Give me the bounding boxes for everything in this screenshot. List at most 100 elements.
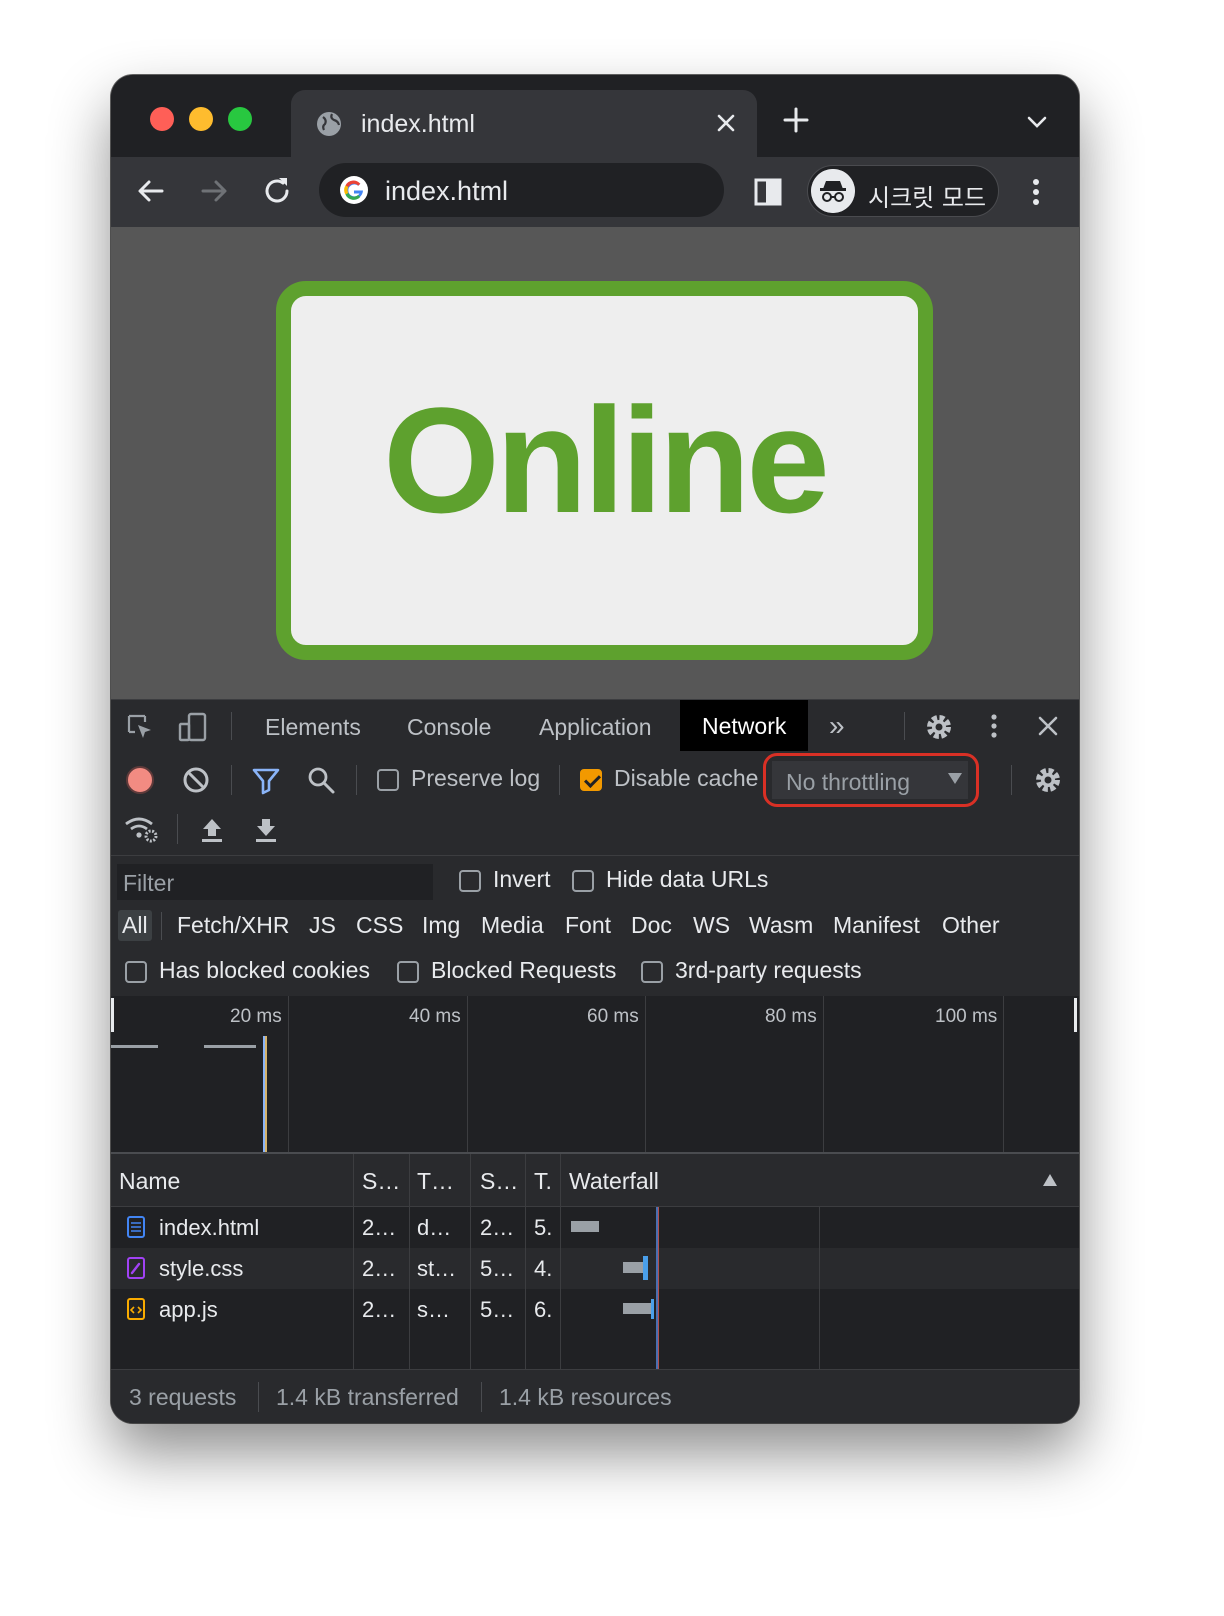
divider bbox=[356, 765, 357, 795]
back-arrow-icon[interactable] bbox=[134, 174, 168, 208]
type-filter-doc[interactable]: Doc bbox=[627, 910, 676, 941]
divider bbox=[231, 765, 232, 795]
third-party-requests-label: 3rd-party requests bbox=[675, 957, 862, 983]
tab-console[interactable]: Console bbox=[407, 714, 491, 741]
type-filter-other[interactable]: Other bbox=[938, 910, 1004, 941]
blocked-requests-checkbox[interactable] bbox=[397, 961, 419, 983]
type-filter-css[interactable]: CSS bbox=[352, 910, 407, 941]
waterfall-bar bbox=[571, 1221, 599, 1232]
overview-request-bar bbox=[111, 1045, 158, 1048]
blocked-requests-label: Blocked Requests bbox=[431, 957, 617, 983]
chevron-down-icon[interactable] bbox=[1024, 109, 1050, 135]
overview-request-bar bbox=[204, 1045, 256, 1048]
export-har-icon[interactable] bbox=[253, 815, 279, 843]
type-filter-font[interactable]: Font bbox=[561, 910, 615, 941]
hide-data-urls-checkbox[interactable] bbox=[572, 870, 594, 892]
import-har-icon[interactable] bbox=[199, 815, 225, 843]
load-event-marker bbox=[265, 1036, 267, 1152]
table-row[interactable]: app.js 2… s… 5… 6. bbox=[111, 1289, 1079, 1330]
close-tab-icon[interactable] bbox=[711, 108, 741, 138]
table-row[interactable]: index.html 2… d… 2… 5. bbox=[111, 1207, 1079, 1248]
network-conditions-icon[interactable] bbox=[123, 814, 159, 844]
type-filter-fetch-xhr[interactable]: Fetch/XHR bbox=[173, 910, 293, 941]
sort-ascending-icon[interactable] bbox=[1041, 1172, 1059, 1188]
incognito-profile-button[interactable]: 시크릿 모드 bbox=[807, 165, 999, 217]
type-filter-js[interactable]: JS bbox=[305, 910, 340, 941]
status-card: Online bbox=[276, 281, 933, 660]
table-row[interactable]: style.css 2… st… 5… 4. bbox=[111, 1248, 1079, 1289]
column-time[interactable]: T. bbox=[534, 1168, 552, 1195]
preserve-log-checkbox[interactable] bbox=[377, 769, 399, 791]
type-filter-media[interactable]: Media bbox=[477, 910, 548, 941]
device-toolbar-icon[interactable] bbox=[177, 711, 209, 743]
column-waterfall[interactable]: Waterfall bbox=[569, 1168, 659, 1195]
filter-icon[interactable] bbox=[251, 766, 281, 796]
column-divider[interactable] bbox=[353, 1154, 354, 1369]
overview-tick: 100 ms bbox=[935, 1006, 998, 1027]
type-filter-img[interactable]: Img bbox=[418, 910, 464, 941]
type-filter-manifest[interactable]: Manifest bbox=[829, 910, 924, 941]
invert-checkbox[interactable] bbox=[459, 870, 481, 892]
has-blocked-cookies-checkbox[interactable] bbox=[125, 961, 147, 983]
throttling-select[interactable]: No throttling bbox=[772, 761, 968, 799]
type-filter-wasm[interactable]: Wasm bbox=[745, 910, 817, 941]
more-vert-icon[interactable] bbox=[979, 711, 1009, 741]
overview-handle-left[interactable] bbox=[111, 998, 114, 1032]
request-size: 5… bbox=[480, 1297, 515, 1322]
tab-network[interactable]: Network bbox=[680, 700, 809, 752]
filter-placeholder: Filter bbox=[123, 870, 175, 896]
request-status: 2… bbox=[362, 1297, 397, 1322]
tab-application[interactable]: Application bbox=[539, 714, 652, 741]
type-filter-ws[interactable]: WS bbox=[689, 910, 734, 941]
close-devtools-icon[interactable] bbox=[1033, 711, 1063, 741]
address-text: index.html bbox=[385, 176, 509, 206]
disable-cache-checkbox[interactable] bbox=[580, 769, 602, 791]
maximize-window-button[interactable] bbox=[228, 107, 252, 131]
divider bbox=[481, 1382, 482, 1412]
inspect-element-icon[interactable] bbox=[125, 712, 155, 742]
network-overview: 20 ms 40 ms 60 ms 80 ms 100 ms bbox=[111, 996, 1079, 1154]
column-type[interactable]: T… bbox=[417, 1168, 454, 1195]
resources-size: 1.4 kB resources bbox=[499, 1384, 672, 1410]
side-panel-icon[interactable] bbox=[751, 175, 785, 209]
overview-tick: 20 ms bbox=[230, 1006, 282, 1027]
filter-input[interactable]: Filter bbox=[117, 864, 433, 900]
network-toolbar: Preserve log Disable cache No throttling bbox=[111, 751, 1079, 856]
divider bbox=[1011, 765, 1012, 795]
network-settings-gear-icon[interactable] bbox=[1032, 764, 1064, 796]
record-icon[interactable] bbox=[125, 765, 155, 795]
request-type: st… bbox=[417, 1256, 457, 1281]
throttling-highlight: No throttling bbox=[763, 753, 979, 807]
more-tabs-button[interactable]: » bbox=[829, 710, 845, 742]
waterfall-bar bbox=[623, 1262, 643, 1273]
hide-data-urls-label: Hide data URLs bbox=[606, 866, 769, 892]
third-party-requests-checkbox[interactable] bbox=[641, 961, 663, 983]
clear-icon[interactable] bbox=[181, 765, 211, 795]
search-icon[interactable] bbox=[306, 765, 336, 795]
column-divider[interactable] bbox=[525, 1154, 526, 1369]
column-divider[interactable] bbox=[409, 1154, 410, 1369]
column-divider[interactable] bbox=[560, 1154, 561, 1369]
has-blocked-cookies-label: Has blocked cookies bbox=[159, 957, 370, 983]
reload-icon[interactable] bbox=[260, 174, 294, 208]
new-tab-icon[interactable] bbox=[781, 105, 811, 135]
overview-tick: 40 ms bbox=[409, 1006, 461, 1027]
column-size[interactable]: S… bbox=[480, 1168, 518, 1195]
devtools-tab-bar: Elements Console Application Network » bbox=[111, 699, 1079, 753]
transferred-size: 1.4 kB transferred bbox=[276, 1384, 459, 1410]
divider bbox=[258, 1382, 259, 1412]
forward-arrow-icon[interactable] bbox=[197, 174, 231, 208]
minimize-window-button[interactable] bbox=[189, 107, 213, 131]
close-window-button[interactable] bbox=[150, 107, 174, 131]
grid-line bbox=[467, 996, 468, 1152]
column-divider[interactable] bbox=[470, 1154, 471, 1369]
settings-gear-icon[interactable] bbox=[923, 711, 955, 743]
type-filter-all[interactable]: All bbox=[118, 910, 152, 941]
column-status[interactable]: S… bbox=[362, 1168, 400, 1195]
browser-tab[interactable]: index.html bbox=[291, 90, 757, 157]
overview-handle-right[interactable] bbox=[1074, 998, 1077, 1032]
tab-elements[interactable]: Elements bbox=[265, 714, 361, 741]
more-vert-icon[interactable] bbox=[1019, 175, 1053, 209]
address-bar[interactable]: index.html bbox=[319, 163, 724, 217]
column-name[interactable]: Name bbox=[119, 1168, 180, 1195]
